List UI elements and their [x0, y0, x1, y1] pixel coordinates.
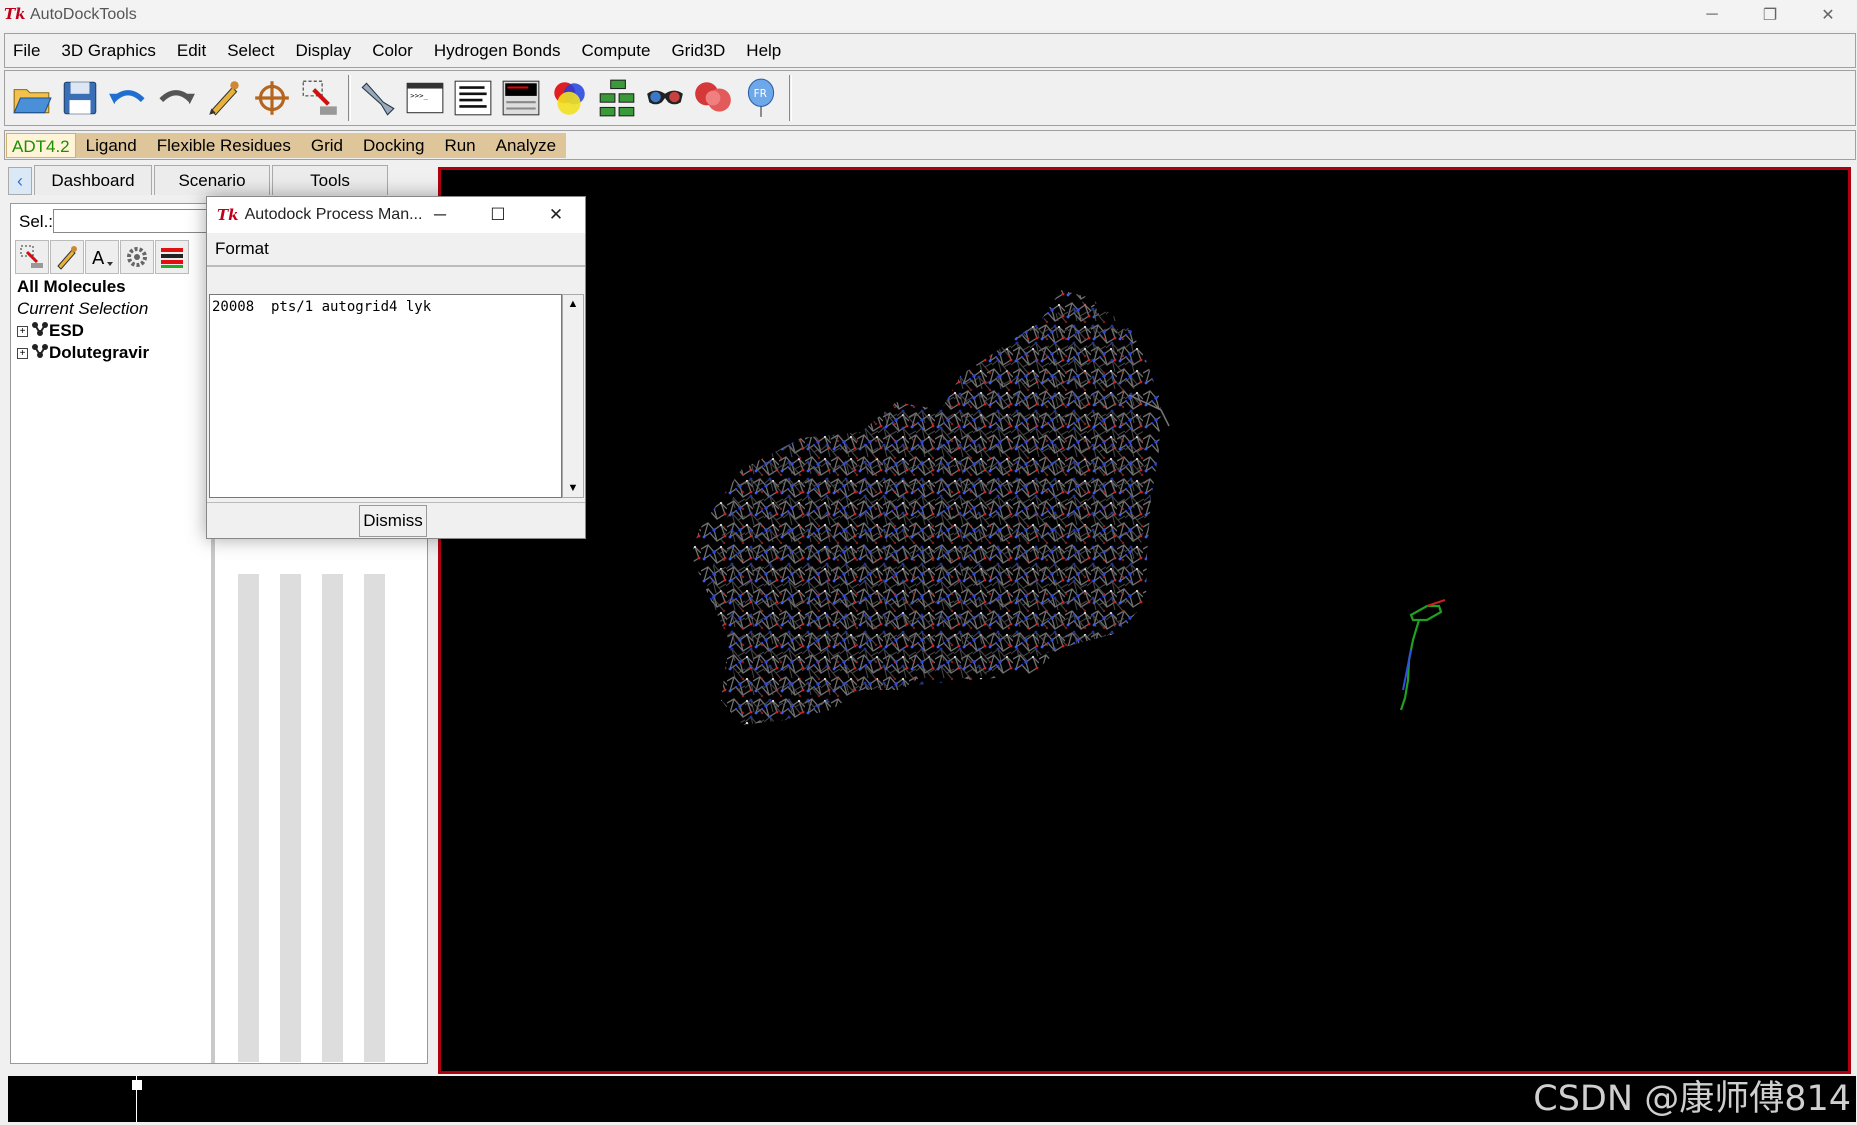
crosshair-icon[interactable] — [249, 75, 295, 121]
dialog-minimize-button[interactable]: ─ — [411, 197, 469, 233]
adt-run-menu[interactable]: Run — [434, 133, 485, 158]
pencil-icon[interactable] — [201, 75, 247, 121]
toolbar: >>>_ FR — [4, 70, 1856, 126]
timeline-slider-handle[interactable] — [132, 1080, 142, 1090]
menu-select[interactable]: Select — [227, 41, 274, 61]
menu-hydrogen-bonds[interactable]: Hydrogen Bonds — [434, 41, 561, 61]
dismiss-button[interactable]: Dismiss — [359, 505, 427, 537]
redo-icon[interactable] — [153, 75, 199, 121]
sel-label: Sel.: — [19, 212, 54, 231]
select-tool-icon[interactable] — [15, 240, 49, 274]
tab-scenario[interactable]: Scenario — [154, 165, 270, 195]
molecule-render — [691, 290, 1446, 725]
current-selection-node[interactable]: Current Selection — [17, 298, 149, 320]
adt-grid-menu[interactable]: Grid — [301, 133, 353, 158]
python-shell-icon[interactable]: >>>_ — [402, 75, 448, 121]
process-list-scrollbar[interactable]: ▲ ▼ — [562, 294, 584, 498]
molecule-surface-icon[interactable] — [690, 75, 736, 121]
dashboard-column — [322, 574, 343, 1062]
close-button[interactable]: ✕ — [1799, 0, 1857, 30]
format-menu[interactable]: Format — [215, 239, 269, 259]
menu-display[interactable]: Display — [295, 41, 351, 61]
balloon-icon[interactable]: FR — [738, 75, 784, 121]
pencil-tool-icon[interactable] — [50, 240, 84, 274]
title-bar: Tk AutoDockTools ─ ❐ ✕ — [0, 0, 1857, 30]
svg-text:FR: FR — [754, 88, 767, 100]
molecule-node[interactable]: + Dolutegravir — [17, 342, 149, 364]
save-icon[interactable] — [57, 75, 103, 121]
molecule-icon — [31, 343, 49, 364]
adt-docking-menu[interactable]: Docking — [353, 133, 434, 158]
menu-help[interactable]: Help — [746, 41, 781, 61]
dialog-title: Autodock Process Man... — [244, 206, 423, 223]
hand-icon[interactable] — [354, 75, 400, 121]
menu-color[interactable]: Color — [372, 41, 413, 61]
toolbar-separator — [348, 75, 351, 121]
restore-button[interactable]: ❐ — [1741, 0, 1799, 30]
glasses-icon[interactable] — [642, 75, 688, 121]
expand-icon[interactable]: + — [17, 325, 28, 337]
menu-file[interactable]: File — [13, 41, 40, 61]
menu-3d-graphics[interactable]: 3D Graphics — [61, 41, 155, 61]
process-manager-dialog: Tk Autodock Process Man... ─ ☐ ✕ Format … — [206, 196, 586, 539]
menu-compute[interactable]: Compute — [581, 41, 650, 61]
adt-flexible-residues-menu[interactable]: Flexible Residues — [147, 133, 301, 158]
dialog-maximize-button[interactable]: ☐ — [469, 197, 527, 233]
molecule-name: ESD — [49, 321, 84, 340]
menu-edit[interactable]: Edit — [177, 41, 206, 61]
watermark: CSDN @康师傅814 — [1533, 1079, 1851, 1119]
dialog-close-button[interactable]: ✕ — [527, 197, 585, 233]
molecule-name: Dolutegravir — [49, 343, 150, 362]
console-icon[interactable] — [498, 75, 544, 121]
adt-ligand-menu[interactable]: Ligand — [76, 133, 147, 158]
tab-dashboard[interactable]: Dashboard — [34, 165, 152, 195]
svg-text:>>>_: >>>_ — [410, 91, 428, 100]
adt-analyze-menu[interactable]: Analyze — [486, 133, 566, 158]
selection-input[interactable] — [53, 209, 213, 233]
tk-app-icon: Tk — [217, 206, 239, 224]
undo-icon[interactable] — [105, 75, 151, 121]
dashboard-column — [364, 574, 385, 1062]
ligand-structure — [1399, 604, 1443, 711]
minimize-button[interactable]: ─ — [1683, 0, 1741, 30]
tab-tools[interactable]: Tools — [272, 165, 388, 195]
3d-viewer-canvas[interactable] — [438, 167, 1851, 1074]
select-icon[interactable] — [297, 75, 343, 121]
dialog-title-bar: Tk Autodock Process Man... ─ ☐ ✕ — [207, 197, 585, 233]
process-list[interactable]: 20008 pts/1 autogrid4 lyk — [209, 294, 562, 498]
label-tool-icon[interactable]: A — [85, 240, 119, 274]
open-folder-icon[interactable] — [9, 75, 55, 121]
all-molecules-node[interactable]: All Molecules — [17, 276, 149, 298]
gear-tool-icon[interactable] — [120, 240, 154, 274]
window-title: AutoDockTools — [30, 6, 137, 23]
color-sphere-icon[interactable] — [546, 75, 592, 121]
dialog-button-bar: Dismiss — [207, 502, 585, 538]
expand-icon[interactable]: + — [17, 347, 28, 359]
menu-grid3d[interactable]: Grid3D — [671, 41, 725, 61]
dashboard-column — [280, 574, 301, 1062]
menu-bar: File 3D Graphics Edit Select Display Col… — [4, 33, 1856, 68]
text-lines-icon[interactable] — [450, 75, 496, 121]
dialog-menu-bar: Format — [207, 233, 585, 267]
tree-icon[interactable] — [594, 75, 640, 121]
adt-menubar: ADT4.2 Ligand Flexible Residues Grid Doc… — [4, 130, 1856, 160]
scroll-up-arrow-icon[interactable]: ▲ — [563, 295, 583, 313]
svg-text:A: A — [92, 248, 105, 269]
molecule-tree: All Molecules Current Selection + ESD + … — [17, 276, 149, 364]
tk-app-icon: Tk — [4, 5, 26, 23]
molecule-node[interactable]: + ESD — [17, 320, 149, 342]
molecule-icon — [31, 321, 49, 342]
color-bars-icon[interactable] — [155, 240, 189, 274]
collapse-arrow-icon[interactable]: ‹ — [8, 167, 32, 195]
adt-version-tab[interactable]: ADT4.2 — [6, 133, 76, 158]
dashboard-column — [238, 574, 259, 1062]
toolbar-separator — [789, 75, 792, 121]
scroll-down-arrow-icon[interactable]: ▼ — [563, 479, 583, 497]
